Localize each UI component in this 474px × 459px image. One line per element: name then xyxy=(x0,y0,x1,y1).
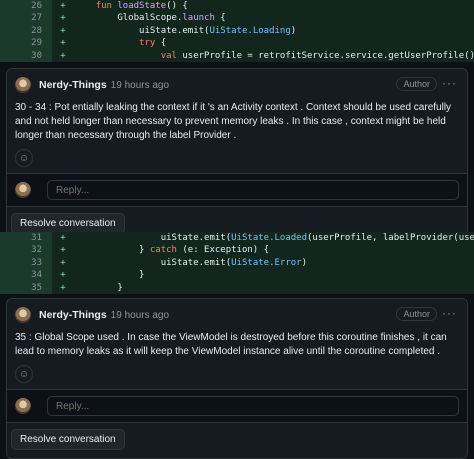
code-text: uiState.emit(UiState.Error) xyxy=(74,257,474,269)
code-text: val userProfile = retrofitService.servic… xyxy=(74,50,474,62)
review-thread-1: Nerdy-Things 19 hours ago Author ··· 30 … xyxy=(6,68,468,243)
code-token: () { xyxy=(166,1,188,11)
added-line-marker: + xyxy=(60,245,66,256)
code-token: launch xyxy=(182,13,215,24)
add-reaction-icon[interactable]: ☺ xyxy=(15,149,33,167)
code-text: } xyxy=(74,269,474,281)
line-number[interactable]: 28 xyxy=(0,24,52,38)
code-token: catch xyxy=(149,245,177,256)
code-token: val xyxy=(160,50,177,61)
added-line-marker: + xyxy=(60,50,66,61)
reply-input[interactable] xyxy=(47,180,459,200)
code-token: uiState.emit( xyxy=(74,257,232,268)
diff-line: 31 + uiState.emit(UiState.Loaded(userProf… xyxy=(0,232,474,245)
diff-line: 26 + fun loadState() { xyxy=(0,0,474,13)
code-token: (userProfile, labelProvider(userProfile)… xyxy=(307,233,474,243)
author-badge: Author xyxy=(396,307,437,321)
line-number[interactable]: 32 xyxy=(0,244,52,257)
diff-line: 30 + val userProfile = retrofitService.se… xyxy=(0,49,474,62)
resolve-conversation-button[interactable]: Resolve conversation xyxy=(11,213,125,234)
comment-body: 30 - 34 : Pot entially leaking the conte… xyxy=(15,102,452,141)
comment-2: Nerdy-Things 19 hours ago Author ··· 35 … xyxy=(7,299,467,389)
code-token: fun xyxy=(95,1,118,11)
code-token: } xyxy=(74,270,145,281)
code-token: UiState.Error xyxy=(231,257,302,268)
diff-line: 27 + GlobalScope.launch { xyxy=(0,12,474,25)
code-text: GlobalScope.launch { xyxy=(74,12,474,24)
avatar xyxy=(15,398,31,414)
code-token: uiState.emit( xyxy=(74,25,210,36)
code-token: UiState.Loaded xyxy=(231,233,307,243)
comment-author[interactable]: Nerdy-Things xyxy=(39,79,107,91)
diff-line: 32 + } catch (e: Exception) { xyxy=(0,244,474,257)
added-line-marker: + xyxy=(60,25,66,36)
avatar[interactable] xyxy=(15,77,31,93)
diff-line: 35 + } xyxy=(0,281,474,294)
add-reaction-icon[interactable]: ☺ xyxy=(15,365,33,383)
line-number[interactable]: 35 xyxy=(0,281,52,294)
added-line-marker: + xyxy=(60,270,66,281)
code-token: uiState.emit( xyxy=(74,233,232,243)
resolve-conversation-button[interactable]: Resolve conversation xyxy=(11,429,125,450)
more-options-icon[interactable]: ··· xyxy=(442,306,457,320)
code-token: (e: Exception) { xyxy=(176,245,270,256)
code-token: } xyxy=(74,245,150,256)
avatar[interactable] xyxy=(15,307,31,323)
more-options-icon[interactable]: ··· xyxy=(442,76,457,90)
code-token: userProfile = retrofitService.service.ge… xyxy=(182,50,474,61)
comment-1: Nerdy-Things 19 hours ago Author ··· 30 … xyxy=(7,69,467,173)
code-token: ) xyxy=(301,257,308,268)
comment-author[interactable]: Nerdy-Things xyxy=(39,309,107,321)
line-number[interactable]: 29 xyxy=(0,37,52,50)
line-number[interactable]: 33 xyxy=(0,256,52,270)
added-line-marker: + xyxy=(60,1,66,11)
code-text: uiState.emit(UiState.Loading) xyxy=(74,25,474,37)
line-number[interactable]: 34 xyxy=(0,269,52,282)
code-text: try { xyxy=(74,37,474,49)
code-text: } xyxy=(74,282,474,294)
author-badge: Author xyxy=(396,77,437,91)
comment-time[interactable]: 19 hours ago xyxy=(111,310,169,321)
added-line-marker: + xyxy=(60,13,66,24)
diff-line: 34 + } xyxy=(0,269,474,282)
review-thread-2: Nerdy-Things 19 hours ago Author ··· 35 … xyxy=(6,298,468,459)
code-token: loadState xyxy=(117,1,167,11)
diff-line: 33 + uiState.emit(UiState.Error) xyxy=(0,256,474,270)
code-token: try xyxy=(139,38,156,49)
added-line-marker: + xyxy=(60,257,66,268)
code-token: { xyxy=(155,38,167,49)
code-token: GlobalScope. xyxy=(74,13,183,24)
diff-line: 29 + try { xyxy=(0,37,474,50)
diff-block-bottom: 31 + uiState.emit(UiState.Loaded(userProf… xyxy=(0,232,474,294)
added-line-marker: + xyxy=(60,233,66,243)
code-token: } xyxy=(74,282,123,293)
code-text: } catch (e: Exception) { xyxy=(74,244,474,256)
avatar xyxy=(15,182,31,198)
reply-row xyxy=(7,389,467,422)
diff-block-top: 26 + fun loadState() { 27 + GlobalScope.lau… xyxy=(0,0,474,62)
comment-time[interactable]: 19 hours ago xyxy=(111,80,169,91)
comment-body: 35 : Global Scope used . In case the Vie… xyxy=(15,332,447,357)
code-token: UiState.Loading xyxy=(209,25,291,36)
diff-line: 28 + uiState.emit(UiState.Loading) xyxy=(0,24,474,38)
resolve-row: Resolve conversation xyxy=(7,422,467,458)
code-text: uiState.emit(UiState.Loaded(userProfile,… xyxy=(74,232,474,244)
added-line-marker: + xyxy=(60,38,66,49)
line-number[interactable]: 27 xyxy=(0,12,52,25)
code-text: fun loadState() { xyxy=(74,0,474,12)
code-token: { xyxy=(214,13,226,24)
line-number[interactable]: 26 xyxy=(0,0,52,13)
reply-input[interactable] xyxy=(47,396,459,416)
line-number[interactable]: 31 xyxy=(0,232,52,245)
added-line-marker: + xyxy=(60,282,66,293)
line-number[interactable]: 30 xyxy=(0,49,52,62)
reply-row xyxy=(7,173,467,206)
code-token: ) xyxy=(290,25,297,36)
